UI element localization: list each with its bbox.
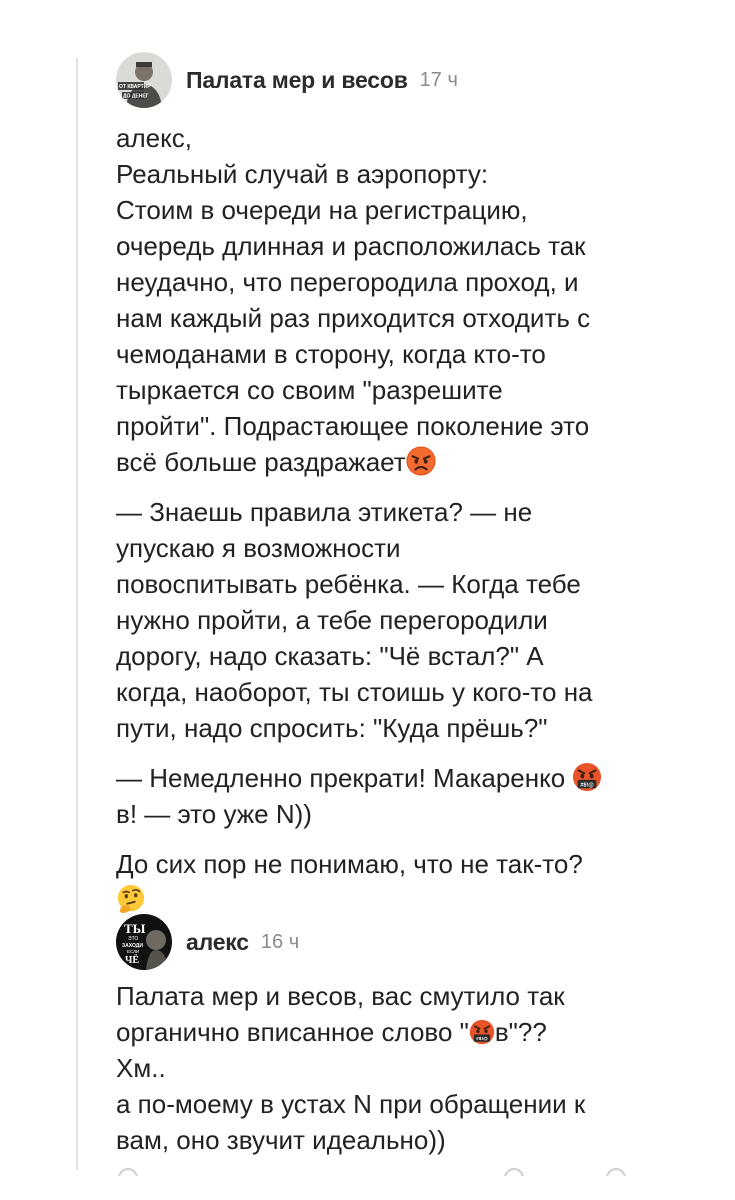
text-line: алекс, [116, 123, 192, 153]
save-icon [606, 1168, 626, 1176]
text-line: вам, оно звучит идеально)) [116, 1125, 446, 1155]
text-line: пройти". Подрастающее поколение это [116, 411, 590, 441]
text-line: пути, надо спросить: "Куда прёшь?" [116, 713, 548, 743]
reply-icon [118, 1168, 138, 1176]
avatar[interactable]: ТЫ ЭТО ЗАХОДИ ЕСЛИ ЧЁ [116, 914, 172, 970]
comment-header: ТЫ ЭТО ЗАХОДИ ЕСЛИ ЧЁ алекс 16 ч [116, 912, 639, 972]
text-segment: органично вписанное слово " [116, 1017, 469, 1047]
comment-time: 17 ч [419, 68, 458, 91]
avatar-image: ТЫ ЭТО ЗАХОДИ ЕСЛИ ЧЁ [116, 914, 172, 970]
avatar-text: ТЫ [124, 921, 146, 936]
svg-text:#$!@: #$!@ [581, 782, 595, 788]
text-line: когда, наоборот, ты стоишь у кого-то на [116, 677, 593, 707]
text-line: — Знаешь правила этикета? — не [116, 497, 533, 527]
avatar-text: ДО ДЕНЕГ [123, 94, 149, 100]
text-line: упускаю я возможности [116, 533, 401, 563]
text-line: повоспитывать ребёнка. — Когда тебе [116, 569, 581, 599]
comment-time: 16 ч [260, 930, 300, 953]
text-segment: — Немедленно прекрати! Макаренко [116, 763, 573, 793]
face-with-symbols-on-mouth-icon: #$!@ [573, 762, 602, 792]
text-line: — Немедленно прекрати! Макаренко #$!@ [116, 760, 639, 796]
comment-paragraph: алекс, Реальный случай в аэропорту: Стои… [116, 120, 639, 480]
avatar-text: ЧЁ [125, 953, 139, 966]
comment-paragraph: — Знаешь правила этикета? — не упускаю я… [116, 494, 639, 746]
angry-face-icon [406, 446, 436, 476]
text-line: а по-моему в устах N при обращении к [116, 1089, 586, 1119]
comment: ТЫ ЭТО ЗАХОДИ ЕСЛИ ЧЁ алекс 16 ч Палата … [116, 912, 639, 1158]
comment-body: алекс, Реальный случай в аэропорту: Стои… [116, 120, 639, 918]
avatar-image: ОТ КВАРТИР ДО ДЕНЕГ [116, 52, 172, 108]
text-line: Хм.. [116, 1053, 166, 1083]
avatar-text: ЕСЛИ [127, 949, 139, 954]
avatar-text: ОТ КВАРТИР [119, 84, 151, 90]
text-line: Палата мер и весов, вас смутило так [116, 981, 565, 1011]
comment-author[interactable]: Палата мер и весов [186, 67, 408, 94]
text-line: До сих пор не понимаю, что не так-то? [116, 849, 583, 879]
text-line: всё больше раздражает [116, 444, 639, 480]
text-segment: в"?? [494, 1017, 547, 1047]
avatar[interactable]: ОТ КВАРТИР ДО ДЕНЕГ [116, 52, 172, 108]
share-icon [504, 1168, 524, 1176]
face-with-symbols-on-mouth-icon: #$!@ [469, 1019, 495, 1045]
text-line: нам каждый раз приходится отходить с [116, 303, 591, 333]
comment-author[interactable]: алекс [186, 929, 249, 956]
svg-text:#$!@: #$!@ [476, 1036, 488, 1042]
avatar-text: ЭТО [128, 936, 138, 942]
next-row-cutoff [116, 1166, 636, 1176]
text-line: неудачно, что перегородила проход, и [116, 267, 579, 297]
text-line: Стоим в очереди на регистрацию, [116, 195, 528, 225]
comment-paragraph: До сих пор не понимаю, что не так-то? [116, 846, 639, 918]
text-line: тыркается со своим "разрешите [116, 375, 503, 405]
comment-header: ОТ КВАРТИР ДО ДЕНЕГ Палата мер и весов 1… [116, 50, 639, 110]
comment-body: Палата мер и весов, вас смутило так орга… [116, 978, 639, 1158]
text-segment: всё больше раздражает [116, 447, 406, 477]
text-line: чемоданами в сторону, когда кто-то [116, 339, 546, 369]
thinking-face-icon [117, 884, 145, 914]
comment: ОТ КВАРТИР ДО ДЕНЕГ Палата мер и весов 1… [116, 50, 639, 918]
thread-line [76, 58, 78, 1170]
text-line: в! — это уже N)) [116, 799, 312, 829]
comment-paragraph: — Немедленно прекрати! Макаренко #$!@ в!… [116, 760, 639, 832]
text-line: органично вписанное слово " #$!@ в"?? [116, 1014, 639, 1050]
text-line: очередь длинная и расположилась так [116, 231, 586, 261]
text-line: Реальный случай в аэропорту: [116, 159, 489, 189]
text-line: нужно пройти, а тебе перегородили [116, 605, 548, 635]
text-line: дорогу, надо сказать: "Чё встал?" А [116, 641, 544, 671]
